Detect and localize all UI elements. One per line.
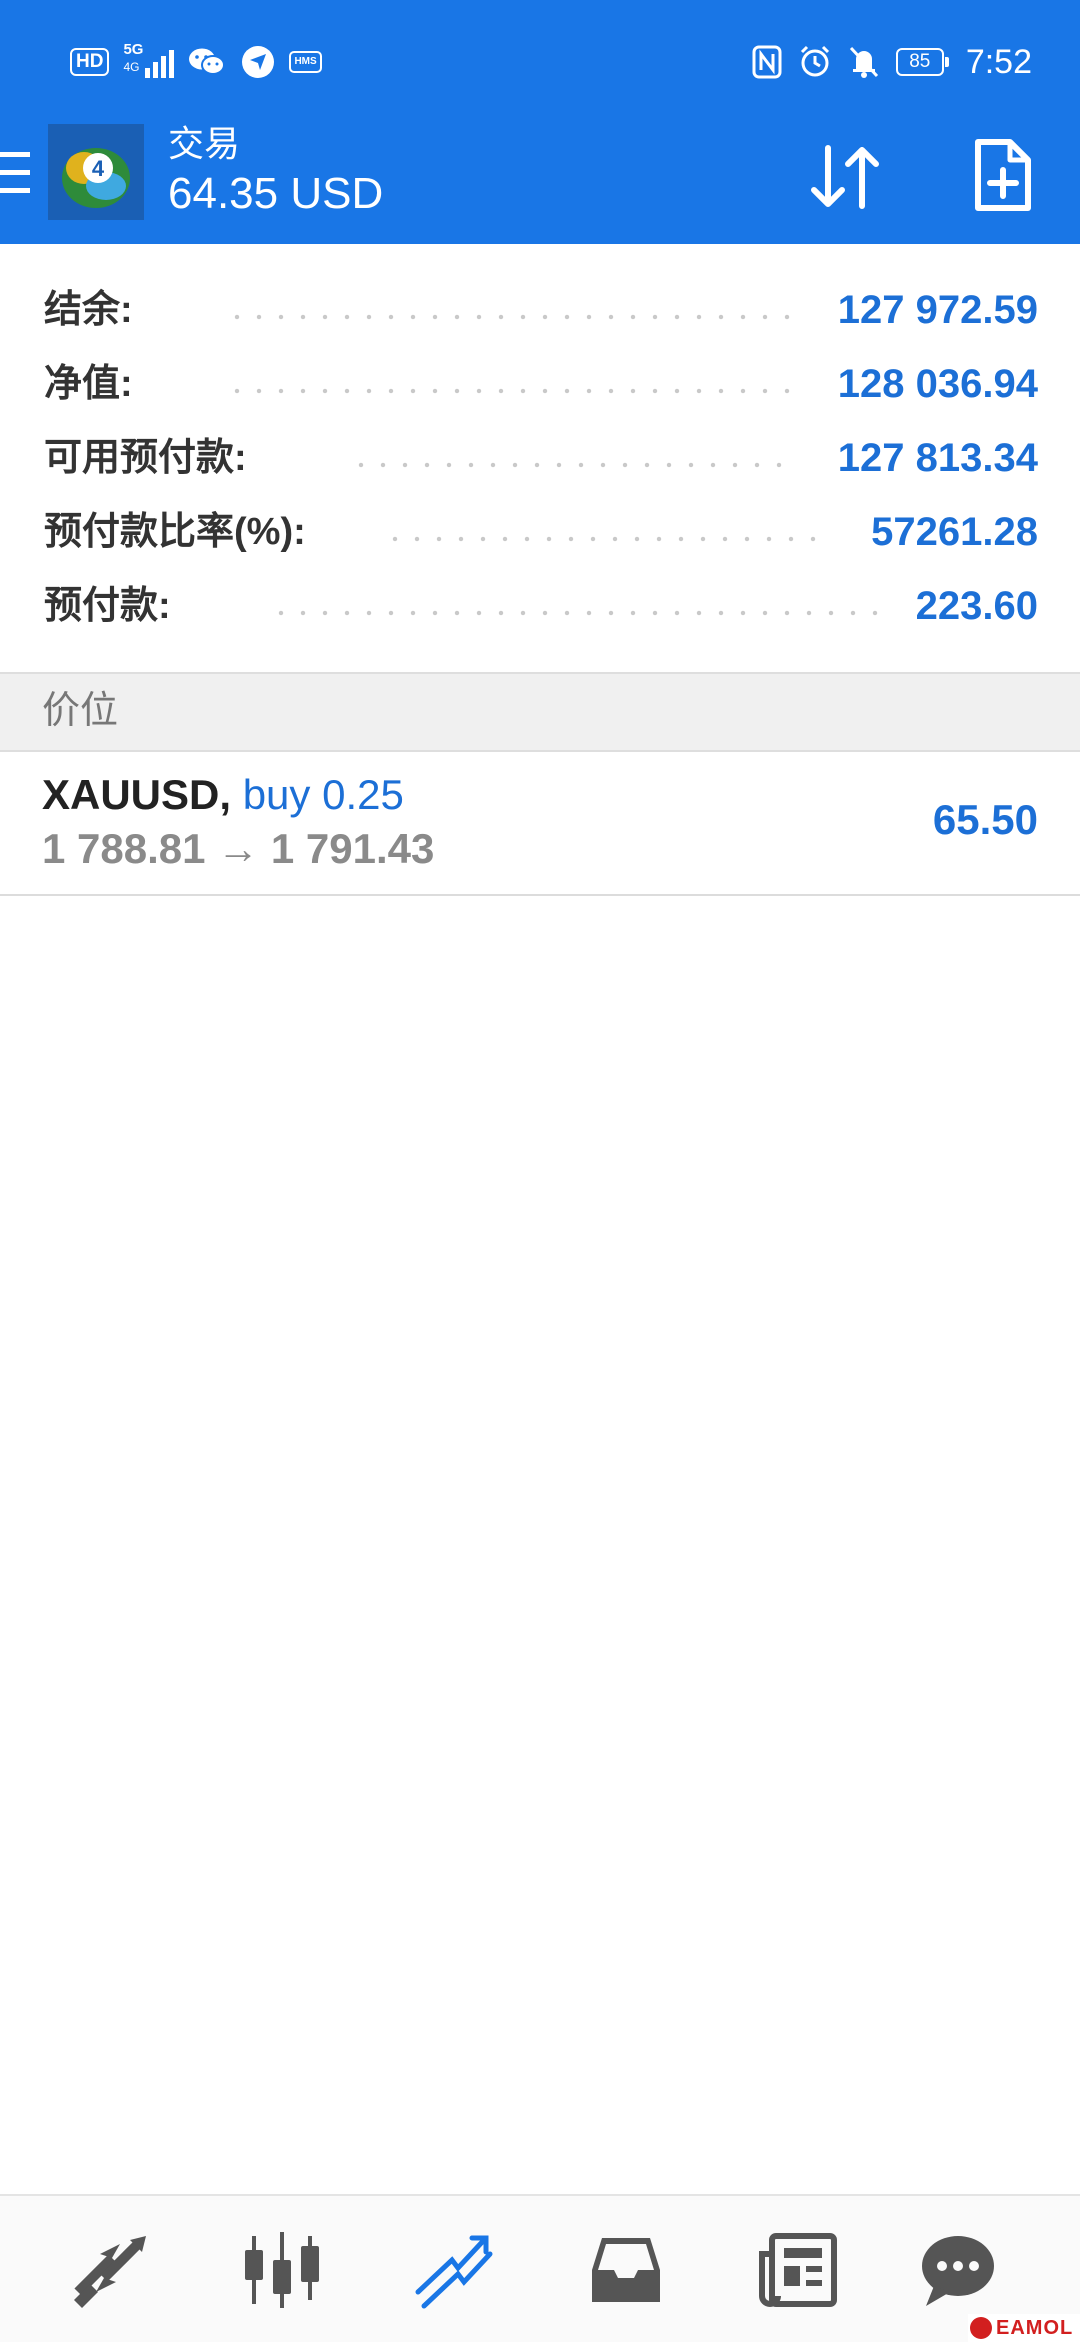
clock: 7:52 xyxy=(965,42,1032,81)
balance-row: 结余: 127 972.59 xyxy=(0,274,1080,346)
quotes-icon xyxy=(74,2236,146,2308)
status-bar-right: 85 7:52 xyxy=(752,40,1032,84)
nav-news[interactable] xyxy=(756,2230,840,2310)
hd-badge: HD xyxy=(70,48,110,76)
equity-value: 128 036.94 xyxy=(837,362,1038,406)
bottom-navigation: EAMOL xyxy=(0,2194,1080,2342)
alarm-icon xyxy=(800,45,829,77)
margin-level-value: 57261.28 xyxy=(871,510,1038,554)
hms-badge: HMS xyxy=(289,51,322,73)
equity-row: 净值: 128 036.94 xyxy=(0,348,1080,420)
status-bar-left: HD 5G 4G HMS xyxy=(70,41,322,80)
leader-dots xyxy=(270,610,880,616)
network-type-label: 5G xyxy=(123,41,144,58)
app-title-block: 交易 64.35 USD xyxy=(168,118,383,222)
wechat-icon xyxy=(189,48,226,75)
balance-value: 127 972.59 xyxy=(837,288,1038,332)
sort-arrows-icon[interactable] xyxy=(806,142,886,212)
current-price: 1 791.43 xyxy=(270,825,435,872)
leader-dots xyxy=(384,536,824,542)
charts-icon xyxy=(245,2232,319,2308)
watermark-text: EAMOL xyxy=(996,2316,1074,2339)
nav-charts[interactable] xyxy=(240,2230,324,2310)
watermark-logo xyxy=(970,2317,992,2339)
open-price: 1 788.81 xyxy=(42,825,206,872)
equity-label: 净值: xyxy=(44,363,133,405)
chat-icon xyxy=(922,2236,994,2306)
free-margin-row: 可用预付款: 127 813.34 xyxy=(0,422,1080,494)
network-sub-label: 4G xyxy=(123,60,140,74)
positions-section-header: 价位 xyxy=(0,672,1080,752)
position-side: buy 0.25 xyxy=(242,771,404,818)
news-icon xyxy=(759,2233,837,2307)
leader-dots xyxy=(350,462,796,468)
nav-trade[interactable] xyxy=(412,2230,496,2310)
svg-text:4: 4 xyxy=(92,156,105,181)
margin-label: 预付款: xyxy=(44,585,171,627)
section-title: 价位 xyxy=(42,690,119,732)
trade-icon xyxy=(415,2235,493,2309)
position-row[interactable]: XAUUSD, buy 0.25 1 788.81 → 1 791.43 65.… xyxy=(0,750,1080,896)
leader-dots xyxy=(226,388,796,394)
watermark: EAMOL xyxy=(968,2314,1080,2342)
margin-level-row: 预付款比率(%): 57261.28 xyxy=(0,496,1080,568)
nfc-icon xyxy=(752,45,782,79)
nav-quotes[interactable] xyxy=(68,2230,152,2310)
leader-dots xyxy=(226,314,796,320)
nav-chat[interactable] xyxy=(916,2230,1000,2310)
location-icon xyxy=(242,46,275,78)
header: HD 5G 4G HMS 85 7:52 4 交易 64.35 USD xyxy=(0,0,1080,244)
margin-level-label: 预付款比率(%): xyxy=(44,511,306,553)
free-margin-label: 可用预付款: xyxy=(44,437,247,479)
app-bar: 4 交易 64.35 USD xyxy=(0,118,1080,244)
margin-row: 预付款: 223.60 xyxy=(0,570,1080,642)
price-arrow: → xyxy=(217,825,260,872)
menu-icon[interactable] xyxy=(0,152,30,196)
mute-icon xyxy=(849,46,878,78)
free-margin-value: 127 813.34 xyxy=(837,436,1038,480)
margin-value: 223.60 xyxy=(915,584,1038,628)
nav-history[interactable] xyxy=(584,2230,668,2310)
account-profit: 64.35 USD xyxy=(168,169,384,218)
signal-icon: 5G 4G xyxy=(123,41,175,80)
mt4-logo: 4 xyxy=(48,124,144,220)
signal-bars xyxy=(145,50,175,78)
page-title: 交易 xyxy=(168,123,241,164)
new-document-icon[interactable] xyxy=(972,138,1032,212)
position-title: XAUUSD, buy 0.25 xyxy=(42,768,404,822)
history-icon xyxy=(592,2238,660,2302)
battery-indicator: 85 xyxy=(895,48,949,76)
position-symbol: XAUUSD, xyxy=(42,771,232,818)
position-prices: 1 788.81 → 1 791.43 xyxy=(42,822,434,876)
position-profit: 65.50 xyxy=(932,796,1038,843)
status-bar: HD 5G 4G HMS 85 7:52 xyxy=(0,0,1080,118)
balance-label: 结余: xyxy=(44,289,133,331)
